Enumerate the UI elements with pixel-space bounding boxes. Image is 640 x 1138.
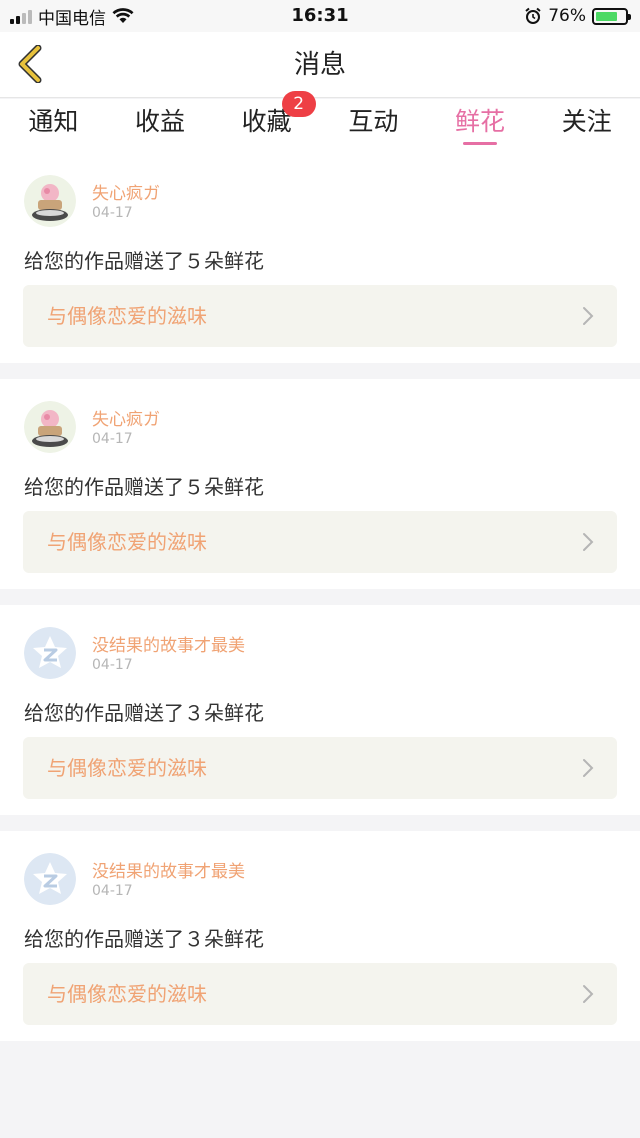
- work-link[interactable]: 与偶像恋爱的滋味: [23, 285, 617, 347]
- tab-label: 通知: [28, 107, 79, 136]
- message-text: 给您的作品赠送了３朵鲜花: [24, 927, 264, 951]
- tab-favorites[interactable]: 收藏 2: [213, 91, 320, 153]
- default-avatar[interactable]: [24, 853, 76, 905]
- message-card: 没结果的故事才最美 04-17 给您的作品赠送了３朵鲜花 与偶像恋爱的滋味: [0, 605, 640, 815]
- message-text: 给您的作品赠送了５朵鲜花: [24, 475, 264, 499]
- sender-name[interactable]: 没结果的故事才最美: [92, 631, 245, 656]
- sender-name[interactable]: 没结果的故事才最美: [92, 857, 245, 882]
- cupcake-avatar[interactable]: [24, 175, 76, 227]
- work-link[interactable]: 与偶像恋爱的滋味: [23, 511, 617, 573]
- work-link[interactable]: 与偶像恋爱的滋味: [23, 963, 617, 1025]
- chevron-right-icon: [583, 307, 594, 325]
- tab-notifications[interactable]: 通知: [0, 99, 107, 153]
- tab-label: 互动: [348, 107, 399, 136]
- chevron-right-icon: [583, 985, 594, 1003]
- message-text: 给您的作品赠送了３朵鲜花: [24, 701, 264, 725]
- tab-earnings[interactable]: 收益: [107, 99, 214, 153]
- message-card: 失心疯ガ 04-17 给您的作品赠送了５朵鲜花 与偶像恋爱的滋味: [0, 379, 640, 589]
- nav-bar: 消息: [0, 32, 640, 98]
- work-title: 与偶像恋爱的滋味: [47, 530, 207, 554]
- work-title: 与偶像恋爱的滋味: [47, 304, 207, 328]
- default-avatar[interactable]: [24, 627, 76, 679]
- status-bar: 中国电信 16:31 76%: [0, 0, 640, 32]
- battery-icon: [592, 7, 631, 25]
- tab-flowers[interactable]: 鲜花: [427, 99, 534, 153]
- tab-label: 收益: [135, 107, 186, 136]
- active-tab-indicator: [463, 142, 498, 145]
- unread-badge: 2: [281, 91, 316, 117]
- sender-name[interactable]: 失心疯ガ: [92, 405, 160, 430]
- message-date: 04-17: [92, 431, 133, 447]
- tab-following[interactable]: 关注: [533, 99, 640, 153]
- sender-name[interactable]: 失心疯ガ: [92, 179, 160, 204]
- tab-bar: 通知 收益 收藏 2 互动 鲜花 关注: [0, 91, 640, 153]
- work-title: 与偶像恋爱的滋味: [47, 982, 207, 1006]
- message-list: 失心疯ガ 04-17 给您的作品赠送了５朵鲜花 与偶像恋爱的滋味 失心疯ガ 04…: [0, 153, 640, 1057]
- message-date: 04-17: [92, 205, 133, 221]
- battery-percent: 76%: [548, 6, 586, 26]
- tab-label: 关注: [561, 107, 612, 136]
- alarm-icon: [525, 7, 541, 24]
- tab-label: 鲜花: [455, 107, 506, 136]
- status-right: 76%: [524, 0, 631, 32]
- work-link[interactable]: 与偶像恋爱的滋味: [23, 737, 617, 799]
- work-title: 与偶像恋爱的滋味: [47, 756, 207, 780]
- message-text: 给您的作品赠送了５朵鲜花: [24, 249, 264, 273]
- chevron-right-icon: [583, 533, 594, 551]
- message-date: 04-17: [92, 883, 133, 899]
- message-card: 没结果的故事才最美 04-17 给您的作品赠送了３朵鲜花 与偶像恋爱的滋味: [0, 831, 640, 1041]
- message-date: 04-17: [92, 657, 133, 673]
- message-card: 失心疯ガ 04-17 给您的作品赠送了５朵鲜花 与偶像恋爱的滋味: [0, 153, 640, 363]
- page-title: 消息: [293, 50, 346, 80]
- cupcake-avatar[interactable]: [24, 401, 76, 453]
- chevron-right-icon: [583, 759, 594, 777]
- tab-interactions[interactable]: 互动: [320, 99, 427, 153]
